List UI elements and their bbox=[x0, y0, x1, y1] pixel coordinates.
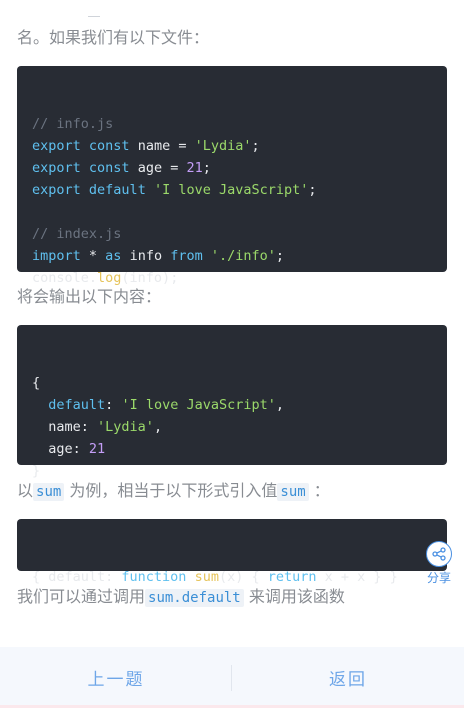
share-label: 分享 bbox=[426, 571, 451, 585]
inline-code: sum bbox=[33, 483, 65, 501]
code-token: export bbox=[32, 160, 81, 176]
code-token: ; bbox=[308, 182, 317, 198]
code-token: * bbox=[80, 248, 106, 264]
code-token: ; bbox=[251, 138, 260, 154]
code-line: // info.js bbox=[32, 113, 432, 135]
code-token: export bbox=[32, 182, 81, 198]
intro-text: 名。如果我们有以下文件： bbox=[17, 28, 210, 47]
code-token: 'I love JavaScript' bbox=[121, 397, 276, 413]
code-token: const bbox=[88, 160, 130, 176]
code-token: const bbox=[88, 138, 130, 154]
code-token: (x) { bbox=[218, 569, 268, 585]
code-token: { bbox=[32, 375, 41, 391]
code-token: info bbox=[121, 248, 171, 264]
code-token: // info.js bbox=[32, 116, 114, 132]
share-icon bbox=[426, 541, 452, 567]
example-text: 以 sum 为例，相当于以下形式引入值 sum ： bbox=[17, 480, 447, 503]
code-line: { bbox=[32, 372, 432, 394]
code-token: (info); bbox=[121, 270, 179, 286]
code-token: 21 bbox=[88, 441, 106, 457]
code-token: console. bbox=[32, 270, 98, 286]
code-lines: // info.js export const name = 'Lydia'; ex… bbox=[32, 113, 432, 289]
code-lines: { default: 'I love JavaScript', name: 'L… bbox=[32, 372, 432, 482]
code-token: from bbox=[170, 248, 203, 264]
code-token: export bbox=[32, 138, 81, 154]
code-token: default bbox=[88, 182, 146, 198]
code-token: , bbox=[275, 397, 285, 413]
final-suffix: 来调用该函数 bbox=[243, 587, 345, 606]
code-token: , bbox=[153, 419, 163, 435]
code-token: name = bbox=[129, 138, 195, 154]
code-token: 'Lydia' bbox=[97, 419, 154, 435]
final-text: 我们可以通过调用 sum.default 来调用该函数 bbox=[17, 586, 447, 609]
code-block-files: // info.js export const name = 'Lydia'; ex… bbox=[17, 66, 447, 286]
code-token: default bbox=[48, 397, 106, 413]
code-token: age = bbox=[129, 160, 187, 176]
code-line: { default: function sum(x) { return x + … bbox=[32, 566, 432, 588]
inline-code: sum bbox=[277, 483, 309, 501]
final-prefix: 我们可以通过调用 bbox=[17, 587, 146, 606]
code-token: './info' bbox=[210, 248, 276, 264]
code-token: as bbox=[105, 248, 122, 264]
example-prefix: 以 bbox=[17, 481, 34, 500]
code-token: 'Lydia' bbox=[194, 138, 252, 154]
code-token: // index.js bbox=[32, 226, 122, 242]
code-line: } bbox=[32, 460, 432, 482]
code-line: import * as info from './info'; bbox=[32, 245, 432, 267]
prev-question-button[interactable]: 上一题 bbox=[0, 647, 232, 708]
share-button[interactable]: 分享 bbox=[424, 541, 454, 586]
code-token: import bbox=[32, 248, 81, 264]
code-token: { default: bbox=[32, 569, 122, 585]
back-button[interactable]: 返回 bbox=[232, 647, 464, 708]
code-line: export const age = 21; bbox=[32, 157, 432, 179]
code-token: 'I love JavaScript' bbox=[153, 182, 309, 198]
code-token: 21 bbox=[186, 160, 203, 176]
code-token: name: bbox=[32, 419, 98, 435]
code-token: ; bbox=[275, 248, 285, 264]
example-middle: 为例，相当于以下形式引入值 bbox=[64, 481, 278, 500]
code-token: x + x } } bbox=[316, 569, 398, 585]
bottom-nav-bar: 上一题 返回 bbox=[0, 647, 464, 708]
example-suffix: ： bbox=[308, 481, 330, 500]
code-line: default: 'I love JavaScript', bbox=[32, 394, 432, 416]
code-block-equivalent: { default: function sum(x) { return x + … bbox=[17, 519, 447, 585]
code-token: } bbox=[32, 463, 41, 479]
code-line: // index.js bbox=[32, 223, 432, 245]
code-block-output: { default: 'I love JavaScript', name: 'L… bbox=[17, 325, 447, 479]
code-token: sum bbox=[194, 569, 219, 585]
code-token: age: bbox=[32, 441, 89, 457]
code-token: ; bbox=[202, 160, 211, 176]
inline-code: sum.default bbox=[145, 589, 244, 607]
code-line: export const name = 'Lydia'; bbox=[32, 135, 432, 157]
code-token: log bbox=[97, 270, 122, 286]
code-line: age: 21 bbox=[32, 438, 432, 460]
code-line: export default 'I love JavaScript'; bbox=[32, 179, 432, 201]
output-intro-text: 将会输出以下内容： bbox=[17, 287, 162, 306]
code-token: return bbox=[267, 569, 317, 585]
code-line: name: 'Lydia', bbox=[32, 416, 432, 438]
divider bbox=[88, 16, 100, 17]
code-token: function bbox=[121, 569, 187, 585]
code-lines: { default: function sum(x) { return x + … bbox=[32, 566, 432, 588]
code-token: : bbox=[105, 397, 122, 413]
